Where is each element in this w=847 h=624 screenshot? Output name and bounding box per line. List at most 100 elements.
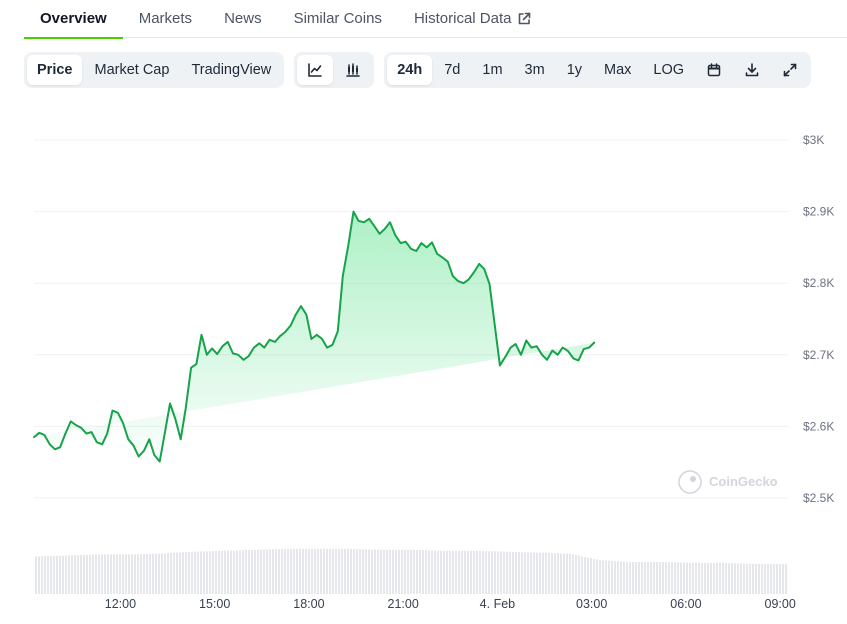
volume-bar: [380, 549, 382, 594]
tab-historical-data-label: Historical Data: [413, 10, 512, 27]
volume-bar: [425, 550, 427, 594]
chart-style-group: [294, 52, 375, 88]
volume-bar: [362, 549, 364, 594]
tab-markets[interactable]: Markets: [123, 0, 208, 38]
volume-bar: [407, 549, 409, 594]
price-chart[interactable]: $3K $2.9K $2.8K $2.7K $2.6K $2.5K 12:00 15:00 1…: [0, 100, 847, 624]
volume-bar: [629, 561, 631, 594]
volume-bar: [686, 562, 688, 594]
volume-bar: [83, 554, 85, 594]
volume-bar: [464, 550, 466, 594]
volume-bar: [542, 552, 544, 594]
volume-bar: [113, 554, 115, 594]
market-cap-tab[interactable]: Market Cap: [84, 55, 179, 85]
volume-bar: [455, 550, 457, 594]
volume-bar: [152, 553, 154, 594]
volume-bar: [470, 550, 472, 594]
volume-bar: [551, 553, 553, 594]
volume-bar: [446, 550, 448, 594]
volume-bar: [518, 552, 520, 594]
volume-bar: [356, 549, 358, 594]
volume-bar: [416, 549, 418, 594]
volume-bar: [722, 562, 724, 594]
volume-bar: [488, 551, 490, 594]
volume-bar: [611, 560, 613, 594]
watermark-text: CoinGecko: [709, 474, 778, 489]
download-button[interactable]: [734, 55, 770, 85]
volume-bar: [785, 563, 787, 594]
volume-bar: [560, 553, 562, 594]
volume-bar: [110, 554, 112, 594]
volume-bar: [137, 554, 139, 594]
volume-bar: [101, 554, 103, 594]
tradingview-tab[interactable]: TradingView: [181, 55, 281, 85]
volume-bar: [677, 562, 679, 594]
volume-bar: [290, 548, 292, 594]
volume-bar: [350, 548, 352, 594]
volume-bar: [479, 550, 481, 594]
volume-bar: [557, 553, 559, 594]
volume-bar: [371, 549, 373, 594]
volume-bar: [158, 553, 160, 594]
calendar-button[interactable]: [696, 55, 732, 85]
volume-bar: [182, 552, 184, 594]
volume-bar: [563, 553, 565, 594]
volume-bar: [410, 549, 412, 594]
volume-bar: [287, 548, 289, 594]
volume-bar: [128, 554, 130, 594]
volume-bar: [323, 548, 325, 594]
volume-bar: [320, 548, 322, 594]
tab-historical-data[interactable]: Historical Data: [398, 0, 548, 38]
range-24h[interactable]: 24h: [387, 55, 433, 85]
y-tick-label: $2.8K: [803, 276, 834, 290]
volume-bar: [713, 562, 715, 594]
volume-bar: [68, 555, 70, 594]
volume-bar: [116, 554, 118, 594]
y-tick-label: $2.7K: [803, 348, 834, 362]
range-3m[interactable]: 3m: [515, 55, 555, 85]
chart-type-group: Price Market Cap TradingView: [24, 52, 285, 88]
volume-bar: [131, 554, 133, 594]
x-tick-label: 4. Feb: [480, 597, 515, 611]
volume-bar: [776, 563, 778, 594]
tab-overview[interactable]: Overview: [24, 0, 123, 39]
expand-button[interactable]: [772, 55, 808, 85]
volume-bar: [503, 551, 505, 594]
volume-bar: [206, 551, 208, 594]
volume-bar: [305, 548, 307, 594]
range-1m[interactable]: 1m: [472, 55, 512, 85]
volume-bar: [452, 550, 454, 594]
volume-bar: [467, 550, 469, 594]
chart-toolbar: Price Market Cap TradingView 24h 7d 1m 3…: [24, 52, 812, 88]
tab-similar-coins[interactable]: Similar Coins: [278, 0, 398, 38]
volume-bar: [71, 555, 73, 594]
volume-bar: [197, 551, 199, 594]
external-link-icon: [517, 12, 531, 26]
volume-bar: [413, 549, 415, 594]
volume-bar: [524, 552, 526, 594]
range-7d[interactable]: 7d: [434, 55, 470, 85]
volume-bar: [773, 563, 775, 594]
tab-overview-label: Overview: [40, 10, 107, 27]
volume-bar: [218, 550, 220, 594]
volume-bar: [86, 554, 88, 594]
range-max[interactable]: Max: [594, 55, 641, 85]
volume-bar: [434, 550, 436, 594]
price-tab[interactable]: Price: [27, 55, 83, 85]
volume-bar: [644, 562, 646, 594]
volume-bar: [599, 560, 601, 594]
volume-bar: [140, 554, 142, 594]
volume-bar: [548, 552, 550, 594]
tab-news[interactable]: News: [208, 0, 278, 38]
volume-bar: [236, 550, 238, 594]
range-1y[interactable]: 1y: [557, 55, 592, 85]
candlestick-button[interactable]: [335, 55, 371, 85]
volume-bar: [374, 549, 376, 594]
volume-bar: [572, 554, 574, 594]
line-chart-button[interactable]: [297, 55, 334, 85]
candlestick-icon: [345, 62, 361, 78]
log-scale-toggle[interactable]: LOG: [643, 55, 694, 85]
volume-bar: [77, 555, 79, 594]
volume-bar: [596, 559, 598, 594]
volume-bar: [584, 556, 586, 594]
